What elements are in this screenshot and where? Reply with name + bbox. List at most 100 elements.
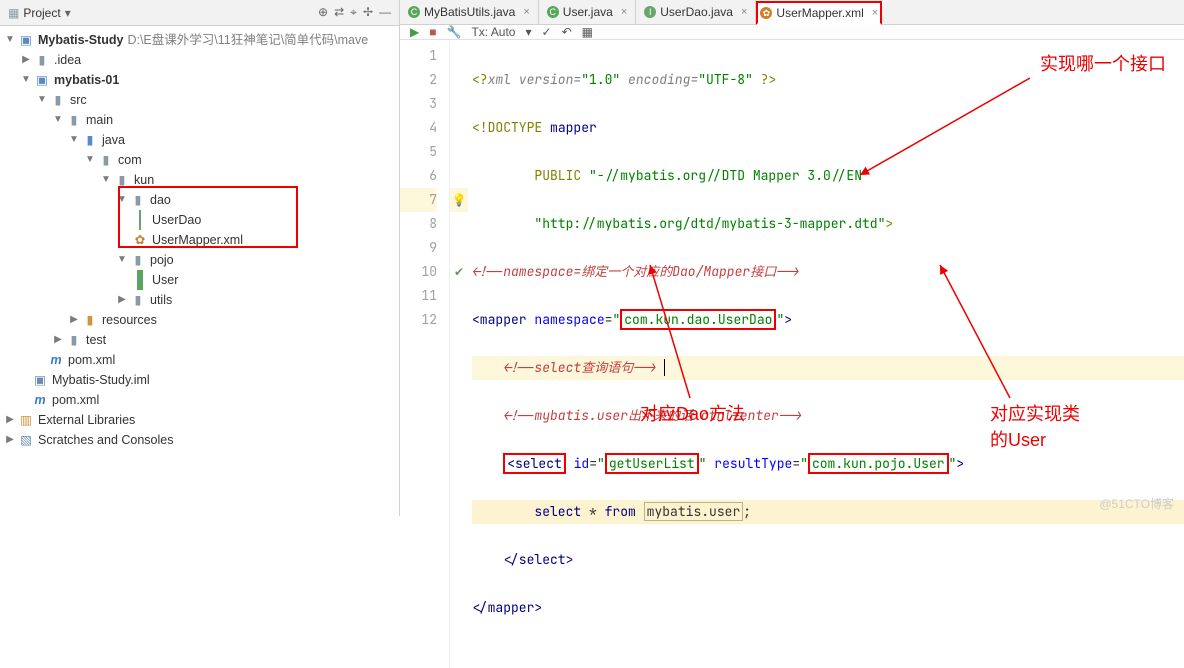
select-id-value: getUserList <box>605 453 699 474</box>
tree-iml[interactable]: ▣ Mybatis-Study.iml <box>0 370 399 390</box>
expand-icon[interactable]: ⇄ <box>334 5 344 20</box>
node-label: Scratches and Consoles <box>38 430 174 450</box>
editor-tabs: C MyBatisUtils.java × C User.java × I Us… <box>400 0 1184 25</box>
tab-usermapper[interactable]: ✿ UserMapper.xml × <box>756 1 882 25</box>
close-icon[interactable]: × <box>621 6 627 18</box>
node-label: External Libraries <box>38 410 135 430</box>
gutter-marks: 💡 ✔ <box>450 40 468 668</box>
node-label: pom.xml <box>68 350 115 370</box>
resources-folder-icon: ▮ <box>82 312 98 328</box>
tab-label: MyBatisUtils.java <box>424 5 515 19</box>
wrench-icon[interactable]: 🔧 <box>446 25 461 39</box>
editor-toolbar: ▶ ■ 🔧 Tx: Auto ▾ ✓ ↶ ▦ <box>400 25 1184 40</box>
close-icon[interactable]: × <box>741 6 747 18</box>
module-icon: ▣ <box>34 72 50 88</box>
line-gutter: 123456 789101112 <box>400 40 450 668</box>
editor-area: C MyBatisUtils.java × C User.java × I Us… <box>400 0 1184 516</box>
project-panel-header: ▦ Project ▾ ⊕ ⇄ ⌖ ✢ — <box>0 0 399 26</box>
tree-com[interactable]: ▼ ▮ com <box>0 150 399 170</box>
node-label: java <box>102 130 125 150</box>
more-icon[interactable]: ▦ <box>582 25 593 39</box>
class-icon: C <box>408 6 420 18</box>
node-label: test <box>86 330 106 350</box>
node-label: User <box>152 270 178 290</box>
root-path: D:\E盘课外学习\11狂神笔记\简单代码\mave <box>127 30 368 50</box>
tx-mode[interactable]: Tx: Auto <box>471 25 515 39</box>
result-type-value: com.kun.pojo.User <box>808 453 949 474</box>
hide-icon[interactable]: — <box>379 5 391 20</box>
tree-pom1[interactable]: m pom.xml <box>0 350 399 370</box>
namespace-value: com.kun.dao.UserDao <box>620 309 776 330</box>
node-label: Mybatis-Study.iml <box>52 370 150 390</box>
node-label: src <box>70 90 87 110</box>
tree-utils[interactable]: ▶ ▮ utils <box>0 290 399 310</box>
iml-icon: ▣ <box>32 372 48 388</box>
rollback-icon[interactable]: ↶ <box>562 25 572 39</box>
tab-label: UserDao.java <box>660 5 733 19</box>
tree-pojo[interactable]: ▼ ▮ pojo <box>0 250 399 270</box>
tab-label: UserMapper.xml <box>776 6 863 20</box>
tab-user[interactable]: C User.java × <box>539 0 636 24</box>
tree-src[interactable]: ▼ ▮ src <box>0 90 399 110</box>
package-icon: ▮ <box>130 292 146 308</box>
project-icon: ▦ <box>8 6 19 20</box>
folder-icon: ▮ <box>66 332 82 348</box>
class-icon: C <box>132 272 148 288</box>
scratch-icon: ▧ <box>18 432 34 448</box>
package-icon: ▮ <box>98 152 114 168</box>
project-panel-title: Project <box>23 6 60 20</box>
module-icon: ▣ <box>18 32 34 48</box>
code-editor[interactable]: 123456 789101112 💡 ✔ <?xml version="1.0"… <box>400 40 1184 668</box>
maven-icon: m <box>48 352 64 368</box>
node-label: main <box>86 110 113 130</box>
tree-java[interactable]: ▼ ▮ java <box>0 130 399 150</box>
tree-main[interactable]: ▼ ▮ main <box>0 110 399 130</box>
tab-label: User.java <box>563 5 613 19</box>
tree-pom2[interactable]: m pom.xml <box>0 390 399 410</box>
tree-root[interactable]: ▼ ▣ Mybatis-Study D:\E盘课外学习\11狂神笔记\简单代码\… <box>0 30 399 50</box>
source-folder-icon: ▮ <box>82 132 98 148</box>
folder-icon: ▮ <box>34 52 50 68</box>
lightbulb-icon: 💡 <box>450 188 468 212</box>
tree-extlib[interactable]: ▶ ▥ External Libraries <box>0 410 399 430</box>
node-label: com <box>118 150 142 170</box>
gear-icon[interactable]: ✢ <box>363 5 373 20</box>
node-label: .idea <box>54 50 81 70</box>
node-label: pojo <box>150 250 174 270</box>
close-icon[interactable]: × <box>872 7 878 19</box>
code-content[interactable]: <?xml version="1.0" encoding="UTF-8" ?> … <box>468 40 1184 668</box>
tree-module[interactable]: ▼ ▣ mybatis-01 <box>0 70 399 90</box>
tree-scratches[interactable]: ▶ ▧ Scratches and Consoles <box>0 430 399 450</box>
project-tree[interactable]: ▼ ▣ Mybatis-Study D:\E盘课外学习\11狂神笔记\简单代码\… <box>0 26 399 454</box>
commit-icon[interactable]: ✓ <box>542 25 552 39</box>
tree-idea[interactable]: ▶ ▮ .idea <box>0 50 399 70</box>
interface-icon: I <box>644 6 656 18</box>
package-icon: ▮ <box>130 252 146 268</box>
folder-icon: ▮ <box>66 112 82 128</box>
collapse-icon[interactable]: ⊕ <box>318 5 328 20</box>
tree-test[interactable]: ▶ ▮ test <box>0 330 399 350</box>
watermark: @51CTO博客 <box>1099 495 1174 512</box>
tree-user[interactable]: C User <box>0 270 399 290</box>
class-icon: C <box>547 6 559 18</box>
stop-icon[interactable]: ■ <box>429 25 436 39</box>
dropdown-icon[interactable]: ▾ <box>65 6 71 20</box>
tab-userdao[interactable]: I UserDao.java × <box>636 0 756 24</box>
tab-mybatisutils[interactable]: C MyBatisUtils.java × <box>400 0 539 24</box>
chevron-down-icon[interactable]: ▾ <box>525 25 531 39</box>
node-label: pom.xml <box>52 390 99 410</box>
node-label: resources <box>102 310 157 330</box>
node-label: mybatis-01 <box>54 70 119 90</box>
tree-resources[interactable]: ▶ ▮ resources <box>0 310 399 330</box>
maven-icon: m <box>32 392 48 408</box>
checkmark-icon: ✔ <box>450 260 468 284</box>
root-name: Mybatis-Study <box>38 30 123 50</box>
project-panel: ▦ Project ▾ ⊕ ⇄ ⌖ ✢ — ▼ ▣ Mybatis-Study … <box>0 0 400 516</box>
node-label: utils <box>150 290 172 310</box>
xml-file-icon: ✿ <box>760 7 772 19</box>
close-icon[interactable]: × <box>523 6 529 18</box>
run-icon[interactable]: ▶ <box>410 25 419 39</box>
locate-icon[interactable]: ⌖ <box>350 5 357 20</box>
folder-icon: ▮ <box>50 92 66 108</box>
library-icon: ▥ <box>18 412 34 428</box>
